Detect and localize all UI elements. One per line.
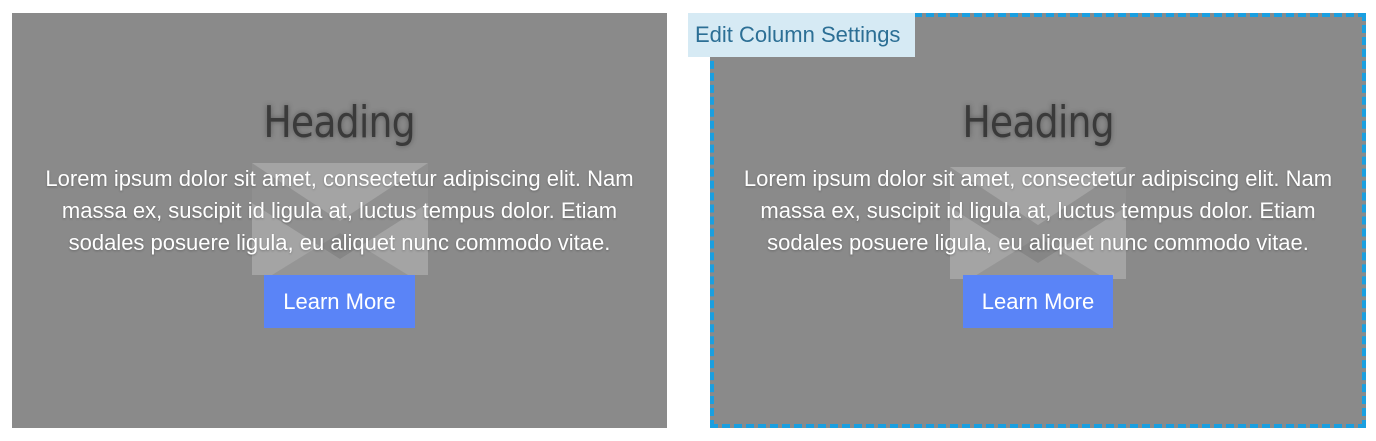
column-right-selected[interactable]: Heading Lorem ipsum dolor sit amet, cons… <box>710 13 1366 428</box>
column-body-text: Lorem ipsum dolor sit amet, consectetur … <box>743 166 1333 255</box>
edit-column-settings-tab[interactable]: Edit Column Settings <box>688 13 915 57</box>
column-content: Heading Lorem ipsum dolor sit amet, cons… <box>12 101 667 328</box>
column-heading: Heading <box>263 97 416 148</box>
learn-more-button[interactable]: Learn More <box>962 275 1114 328</box>
column-heading: Heading <box>962 97 1114 148</box>
column-left[interactable]: Heading Lorem ipsum dolor sit amet, cons… <box>12 13 667 428</box>
column-body-text: Lorem ipsum dolor sit amet, consectetur … <box>45 166 634 255</box>
column-content: Heading Lorem ipsum dolor sit amet, cons… <box>714 101 1362 328</box>
learn-more-button[interactable]: Learn More <box>264 275 415 328</box>
page-builder-canvas: Heading Lorem ipsum dolor sit amet, cons… <box>0 0 1376 441</box>
